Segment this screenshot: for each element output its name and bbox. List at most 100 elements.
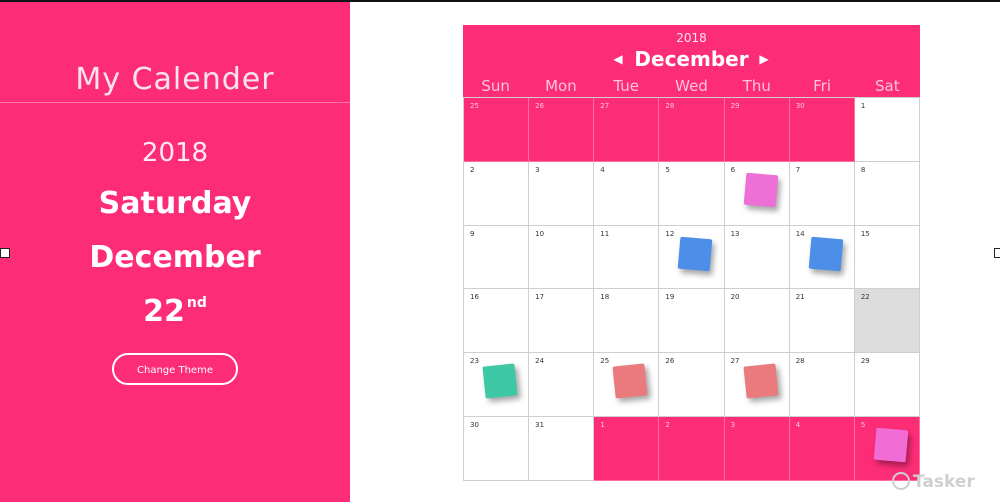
day-cell-outside-month[interactable]: 2 bbox=[659, 417, 725, 481]
day-number: 21 bbox=[795, 293, 805, 302]
day-number: 11 bbox=[600, 229, 610, 238]
app-title: My Calender bbox=[75, 62, 275, 97]
day-cell[interactable]: 4 bbox=[594, 161, 660, 226]
day-number: 7 bbox=[795, 165, 801, 174]
calendar-month: December bbox=[634, 47, 749, 71]
chevron-right-icon[interactable]: ▶ bbox=[757, 50, 771, 68]
weekday-label-sun: Sun bbox=[481, 77, 510, 95]
day-number: 23 bbox=[470, 357, 479, 366]
sticky-note[interactable] bbox=[743, 172, 778, 208]
sticky-note[interactable] bbox=[612, 363, 648, 399]
day-cell[interactable]: 25 bbox=[594, 353, 660, 418]
day-cell[interactable]: 7 bbox=[789, 161, 855, 226]
day-cell[interactable]: 24 bbox=[529, 353, 595, 418]
day-cell[interactable]: 14 bbox=[789, 225, 855, 290]
day-cell[interactable]: 16 bbox=[464, 289, 530, 354]
day-cell[interactable]: 29 bbox=[854, 353, 920, 418]
day-cell[interactable]: 26 bbox=[659, 353, 725, 418]
day-cell[interactable]: 5 bbox=[659, 161, 725, 226]
change-theme-button[interactable]: Change Theme bbox=[112, 353, 238, 385]
weekday-label-tue: Tue bbox=[613, 77, 640, 95]
left-resize-handle[interactable] bbox=[0, 248, 10, 258]
day-number: 3 bbox=[730, 421, 736, 430]
day-number: 3 bbox=[535, 165, 540, 174]
day-cell[interactable]: 19 bbox=[659, 289, 725, 354]
day-cell[interactable]: 12 bbox=[659, 225, 725, 290]
day-cell-outside-month[interactable]: 28 bbox=[659, 98, 725, 162]
day-number: 5 bbox=[665, 165, 670, 174]
day-suffix: nd bbox=[186, 295, 207, 311]
sticky-note[interactable] bbox=[482, 363, 518, 399]
day-cell[interactable]: 21 bbox=[789, 289, 855, 354]
calendar-grid: 25 26 27 28 29 30 1 2 3 4 5 6 7 8 9 10 11 12 13 14 15 16 17 18 1… bbox=[463, 97, 920, 481]
day-cell[interactable]: 28 bbox=[789, 353, 855, 418]
sticky-note[interactable] bbox=[678, 236, 713, 271]
day-cell[interactable]: 20 bbox=[724, 289, 790, 354]
day-number: 19 bbox=[665, 293, 675, 302]
day-number: 27 bbox=[730, 357, 740, 366]
day-cell[interactable]: 2 bbox=[464, 161, 530, 226]
day-number: 17 bbox=[535, 293, 545, 302]
day-cell[interactable]: 17 bbox=[529, 289, 595, 354]
weekday-label-sat: Sat bbox=[875, 77, 900, 95]
sidebar: My Calender 2018 Saturday December 22nd … bbox=[0, 2, 350, 502]
day-cell[interactable]: 13 bbox=[724, 225, 790, 290]
day-number: 31 bbox=[535, 421, 545, 430]
day-number: 30 bbox=[795, 102, 805, 110]
day-number: 1 bbox=[860, 102, 866, 110]
day-cell[interactable]: 30 bbox=[464, 417, 530, 481]
day-number: 28 bbox=[795, 357, 805, 366]
right-resize-handle[interactable] bbox=[994, 248, 1000, 258]
day-cell-outside-month[interactable]: 25 bbox=[464, 98, 530, 162]
day-cell-outside-month[interactable]: 27 bbox=[594, 98, 660, 162]
day-number: 28 bbox=[665, 102, 675, 110]
day-cell[interactable]: 11 bbox=[594, 225, 660, 290]
day-cell[interactable]: 10 bbox=[529, 225, 595, 290]
day-cell-outside-month[interactable]: 26 bbox=[529, 98, 595, 162]
weekday-label-wed: Wed bbox=[675, 77, 708, 95]
day-number: 9 bbox=[470, 229, 475, 238]
watermark: Tasker bbox=[892, 472, 975, 492]
weekday-header-row: Sun Mon Tue Wed Thu Fri Sat bbox=[463, 77, 920, 95]
sidebar-divider bbox=[0, 102, 350, 103]
weekday-label-fri: Fri bbox=[813, 77, 831, 95]
sticky-note[interactable] bbox=[873, 427, 909, 463]
day-cell[interactable]: 23 bbox=[464, 353, 530, 418]
day-number: 24 bbox=[535, 357, 545, 366]
sticky-note[interactable] bbox=[808, 236, 844, 271]
day-number: 15 bbox=[860, 229, 870, 238]
day-number: 5 bbox=[860, 421, 866, 430]
calendar-year: 2018 bbox=[676, 31, 707, 45]
day-number: 13 bbox=[730, 229, 740, 238]
day-number: 20 bbox=[730, 293, 740, 302]
day-number: 4 bbox=[600, 165, 605, 174]
day-cell[interactable]: 1 bbox=[854, 98, 920, 162]
weekday-label-mon: Mon bbox=[545, 77, 577, 95]
day-cell-outside-month[interactable]: 29 bbox=[724, 98, 790, 162]
day-cell-outside-month[interactable]: 30 bbox=[789, 98, 855, 162]
day-number: 25 bbox=[600, 357, 610, 366]
day-number: 26 bbox=[535, 102, 545, 110]
day-cell-outside-month[interactable]: 4 bbox=[789, 417, 855, 481]
day-cell[interactable]: 15 bbox=[854, 225, 920, 290]
day-number: 29 bbox=[730, 102, 740, 110]
selected-day: 22nd bbox=[0, 294, 350, 329]
day-cell-today[interactable]: 22 bbox=[854, 289, 920, 354]
selected-year: 2018 bbox=[141, 138, 209, 168]
sticky-note[interactable] bbox=[742, 363, 779, 399]
calendar-header: 2018 ◀ December ▶ Sun Mon Tue Wed Thu Fri Sat bbox=[463, 25, 920, 97]
day-cell-outside-month[interactable]: 3 bbox=[724, 417, 790, 481]
day-number: 1 bbox=[600, 421, 605, 430]
day-cell[interactable]: 3 bbox=[529, 161, 595, 226]
day-number: 22 bbox=[860, 293, 870, 302]
day-cell[interactable]: 18 bbox=[594, 289, 660, 354]
day-cell[interactable]: 27 bbox=[724, 353, 790, 418]
day-cell[interactable]: 31 bbox=[529, 417, 595, 481]
day-number: 25 bbox=[470, 102, 479, 110]
day-cell[interactable]: 9 bbox=[464, 225, 530, 290]
day-cell-outside-month[interactable]: 1 bbox=[594, 417, 660, 481]
day-number: 14 bbox=[795, 229, 805, 238]
day-cell[interactable]: 6 bbox=[724, 161, 790, 226]
day-number: 8 bbox=[860, 165, 866, 174]
day-cell[interactable]: 8 bbox=[854, 161, 920, 226]
